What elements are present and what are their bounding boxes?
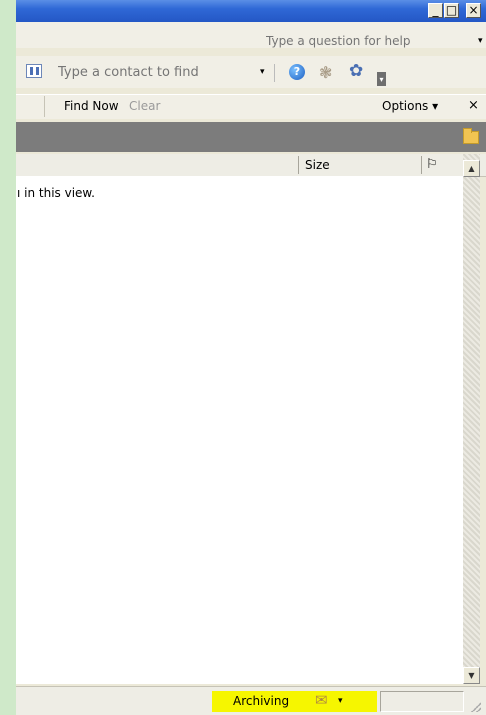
archive-dropdown-arrow[interactable]: ▾ <box>338 696 343 706</box>
item-list[interactable] <box>16 176 463 684</box>
folder-header-band <box>16 122 486 152</box>
help-question-input[interactable] <box>266 34 466 48</box>
help-dropdown-arrow[interactable]: ▾ <box>478 36 483 46</box>
options-button[interactable]: Options ▾ <box>382 99 438 113</box>
folder-icon[interactable] <box>463 128 479 144</box>
resize-grip-icon[interactable] <box>471 702 481 712</box>
toolbar-separator <box>274 64 275 82</box>
empty-view-message: ı in this view. <box>17 186 95 200</box>
flag-icon[interactable]: ⚐ <box>426 157 438 172</box>
restore-icon[interactable]: □ <box>444 3 459 18</box>
column-header-size[interactable]: Size <box>305 158 330 172</box>
clear-button[interactable]: Clear <box>129 99 160 113</box>
title-bar <box>16 0 486 22</box>
scroll-down-icon[interactable]: ▼ <box>463 667 480 684</box>
address-book-icon[interactable] <box>26 64 42 78</box>
minimize-icon[interactable]: _ <box>428 3 443 18</box>
vertical-scrollbar[interactable] <box>463 154 480 684</box>
column-header-row <box>16 154 486 177</box>
help-icon[interactable]: ? <box>289 64 305 80</box>
close-find-bar-icon[interactable]: × <box>468 98 479 113</box>
archiving-label: Archiving <box>233 694 290 708</box>
column-separator[interactable] <box>298 156 299 174</box>
scroll-up-icon[interactable]: ▲ <box>463 160 480 177</box>
outlook-window: _ □ × ▾ ▾ ? ❃ ✿ ▾ Find Now Clear Options… <box>16 0 486 715</box>
tools-icon[interactable]: ✿ <box>349 61 363 81</box>
contact-search-input[interactable] <box>58 63 248 81</box>
close-icon[interactable]: × <box>466 3 481 18</box>
column-separator[interactable] <box>421 156 422 174</box>
toolbar-overflow-button[interactable]: ▾ <box>377 72 386 86</box>
find-now-button[interactable]: Find Now <box>64 99 119 113</box>
find-bar-divider <box>44 96 45 117</box>
status-panel <box>380 691 464 712</box>
archive-icon[interactable]: ✉ <box>315 691 328 709</box>
contact-dropdown-arrow[interactable]: ▾ <box>260 67 265 77</box>
research-icon[interactable]: ❃ <box>319 63 332 82</box>
